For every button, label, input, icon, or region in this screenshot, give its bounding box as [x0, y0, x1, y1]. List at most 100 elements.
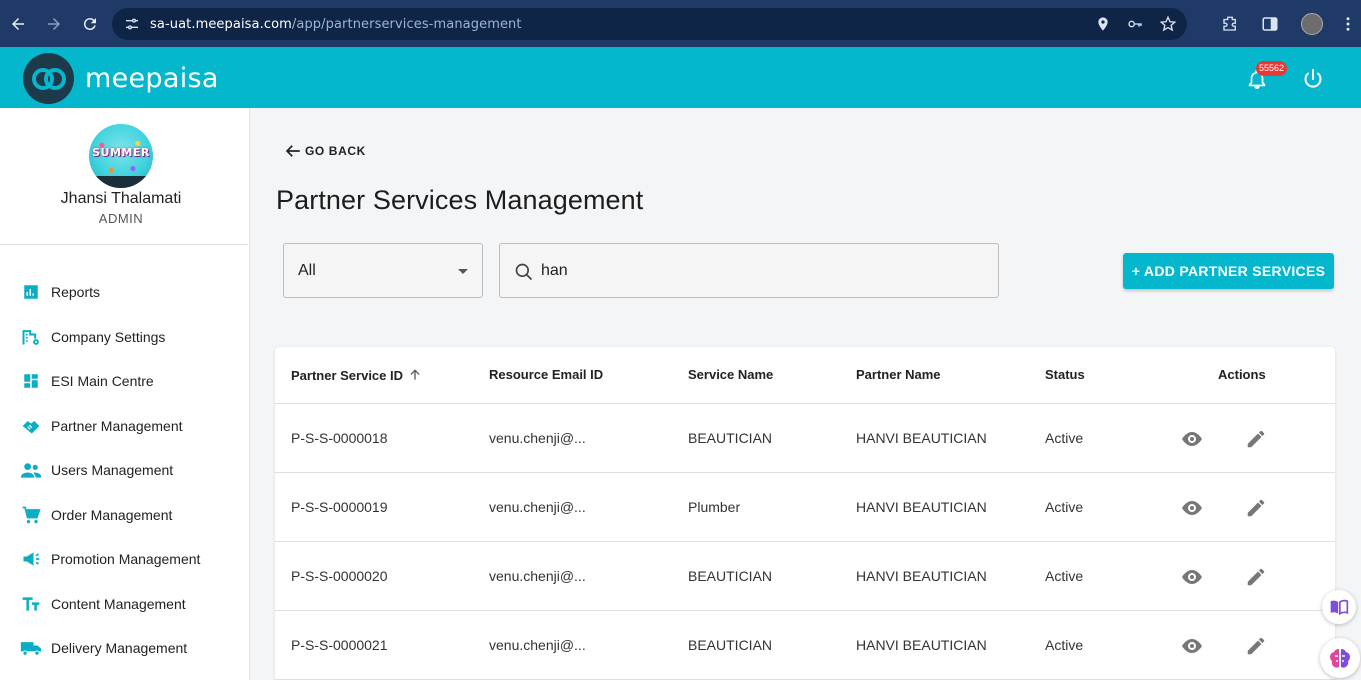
sidebar-item-label: Order Management — [51, 507, 173, 523]
cell-status: Active — [1045, 430, 1084, 446]
search-field[interactable] — [499, 243, 999, 298]
cell-partner-name: HANVI BEAUTICIAN — [856, 637, 987, 653]
back-arrow-icon[interactable] — [6, 12, 30, 36]
dropdown-caret-icon — [458, 269, 468, 274]
browser-menu-icon[interactable] — [1345, 15, 1351, 33]
cell-service-name: BEAUTICIAN — [688, 637, 773, 653]
edit-pencil-icon[interactable] — [1243, 495, 1269, 521]
url-text[interactable]: sa-uat.meepaisa.com/app/partnerservices-… — [150, 17, 522, 32]
cell-resource-email: venu.chenji@... — [489, 568, 586, 584]
people-icon — [20, 459, 42, 481]
bar-chart-icon — [20, 281, 42, 303]
column-header-resource-email-id[interactable]: Resource Email ID — [489, 367, 603, 382]
reading-mode-book-icon[interactable] — [1322, 590, 1356, 624]
partner-services-table: Partner Service ID Resource Email ID Ser… — [275, 347, 1335, 680]
view-eye-icon[interactable] — [1179, 564, 1205, 590]
location-icon[interactable] — [1095, 16, 1111, 32]
text-fields-icon — [20, 593, 42, 615]
sidebar-item-company-settings[interactable]: Company Settings — [20, 325, 165, 349]
cell-service-name: BEAUTICIAN — [688, 568, 773, 584]
column-header-actions: Actions — [1218, 367, 1266, 382]
cell-service-name: Plumber — [688, 499, 741, 515]
sidebar-item-partner-management[interactable]: Partner Management — [20, 414, 183, 438]
search-input[interactable] — [541, 260, 981, 282]
sidebar-item-label: Promotion Management — [51, 551, 201, 567]
cell-resource-email: venu.chenji@... — [489, 430, 586, 446]
view-eye-icon[interactable] — [1179, 495, 1205, 521]
dashboard-icon — [20, 370, 42, 392]
avatar-text: SUMMER — [92, 146, 150, 159]
sidebar-item-reports[interactable]: Reports — [20, 280, 100, 304]
sidebar-item-label: Company Settings — [51, 329, 166, 345]
cell-partner-service-id: P-S-S-0000019 — [291, 499, 388, 515]
add-partner-services-button[interactable]: + ADD PARTNER SERVICES — [1123, 253, 1334, 289]
notification-count-badge: 55562 — [1256, 61, 1288, 76]
cell-status: Active — [1045, 637, 1084, 653]
status-filter-select[interactable]: All — [283, 243, 483, 298]
meepaisa-logo[interactable]: meepaisa — [23, 53, 219, 104]
ai-brain-assistant-icon[interactable] — [1320, 638, 1360, 678]
column-header-partner-name[interactable]: Partner Name — [856, 367, 941, 382]
sidebar-item-content-management[interactable]: Content Management — [20, 592, 186, 616]
table-row: P-S-S-0000020 venu.chenji@... BEAUTICIAN… — [275, 542, 1335, 611]
sidebar-item-esi-main-centre[interactable]: ESI Main Centre — [20, 369, 154, 393]
cell-partner-name: HANVI BEAUTICIAN — [856, 430, 987, 446]
cell-partner-service-id: P-S-S-0000020 — [291, 568, 388, 584]
browser-toolbar: sa-uat.meepaisa.com/app/partnerservices-… — [0, 0, 1361, 47]
column-header-partner-service-id[interactable]: Partner Service ID — [291, 367, 422, 383]
sort-arrow-up-icon[interactable] — [408, 367, 422, 383]
user-role: ADMIN — [98, 211, 144, 226]
browser-profile-avatar[interactable] — [1301, 12, 1323, 35]
sidebar-item-users-management[interactable]: Users Management — [20, 458, 173, 482]
page-title: Partner Services Management — [276, 185, 644, 215]
sidebar-item-order-management[interactable]: Order Management — [20, 503, 172, 527]
search-icon — [514, 262, 534, 287]
edit-pencil-icon[interactable] — [1243, 633, 1269, 659]
reload-icon[interactable] — [78, 12, 102, 36]
sidebar: SUMMER Jhansi Thalamati ADMIN Reports Co… — [0, 108, 250, 680]
avatar-ground — [89, 176, 153, 188]
cell-status: Active — [1045, 568, 1084, 584]
cell-resource-email: venu.chenji@... — [489, 637, 586, 653]
forward-arrow-icon[interactable] — [42, 12, 66, 36]
sidebar-item-promotion-management[interactable]: Promotion Management — [20, 547, 200, 571]
logo-mark-icon — [23, 53, 74, 104]
user-name: Jhansi Thalamati — [60, 190, 182, 207]
cell-partner-name: HANVI BEAUTICIAN — [856, 499, 987, 515]
column-header-status[interactable]: Status — [1045, 367, 1085, 382]
sidebar-item-label: ESI Main Centre — [51, 373, 154, 389]
campaign-icon — [20, 548, 42, 570]
app-header: meepaisa 55562 — [0, 47, 1361, 108]
key-icon[interactable] — [1125, 16, 1145, 32]
handshake-icon — [20, 415, 42, 437]
go-back-button[interactable]: GO BACK — [283, 142, 366, 160]
power-logout-icon[interactable] — [1301, 67, 1325, 96]
view-eye-icon[interactable] — [1179, 426, 1205, 452]
sidebar-item-label: Reports — [51, 284, 101, 300]
column-header-service-name[interactable]: Service Name — [688, 367, 773, 382]
table-row: P-S-S-0000018 venu.chenji@... BEAUTICIAN… — [275, 404, 1335, 473]
edit-pencil-icon[interactable] — [1243, 426, 1269, 452]
address-bar[interactable]: sa-uat.meepaisa.com/app/partnerservices-… — [112, 8, 1187, 40]
bookmark-star-icon[interactable] — [1159, 15, 1177, 33]
sidebar-divider — [0, 244, 248, 245]
side-panel-icon[interactable] — [1261, 15, 1279, 33]
sidebar-item-label: Partner Management — [51, 418, 183, 434]
cell-partner-name: HANVI BEAUTICIAN — [856, 568, 987, 584]
truck-icon — [20, 637, 42, 659]
extensions-icon[interactable] — [1221, 15, 1239, 33]
sidebar-item-label: Delivery Management — [51, 640, 188, 656]
logo-text: meepaisa — [85, 63, 219, 94]
cell-partner-service-id: P-S-S-0000018 — [291, 430, 388, 446]
site-settings-icon[interactable] — [124, 16, 140, 32]
view-eye-icon[interactable] — [1179, 633, 1205, 659]
edit-pencil-icon[interactable] — [1243, 564, 1269, 590]
cart-icon — [20, 504, 42, 526]
status-filter-value: All — [298, 262, 316, 279]
sidebar-item-label: Content Management — [51, 596, 186, 612]
avatar[interactable]: SUMMER — [89, 124, 153, 188]
url-path: /app/partnerservices-management — [291, 16, 522, 32]
sidebar-item-delivery-management[interactable]: Delivery Management — [20, 636, 187, 660]
cell-status: Active — [1045, 499, 1084, 515]
arrow-left-icon — [283, 142, 303, 160]
